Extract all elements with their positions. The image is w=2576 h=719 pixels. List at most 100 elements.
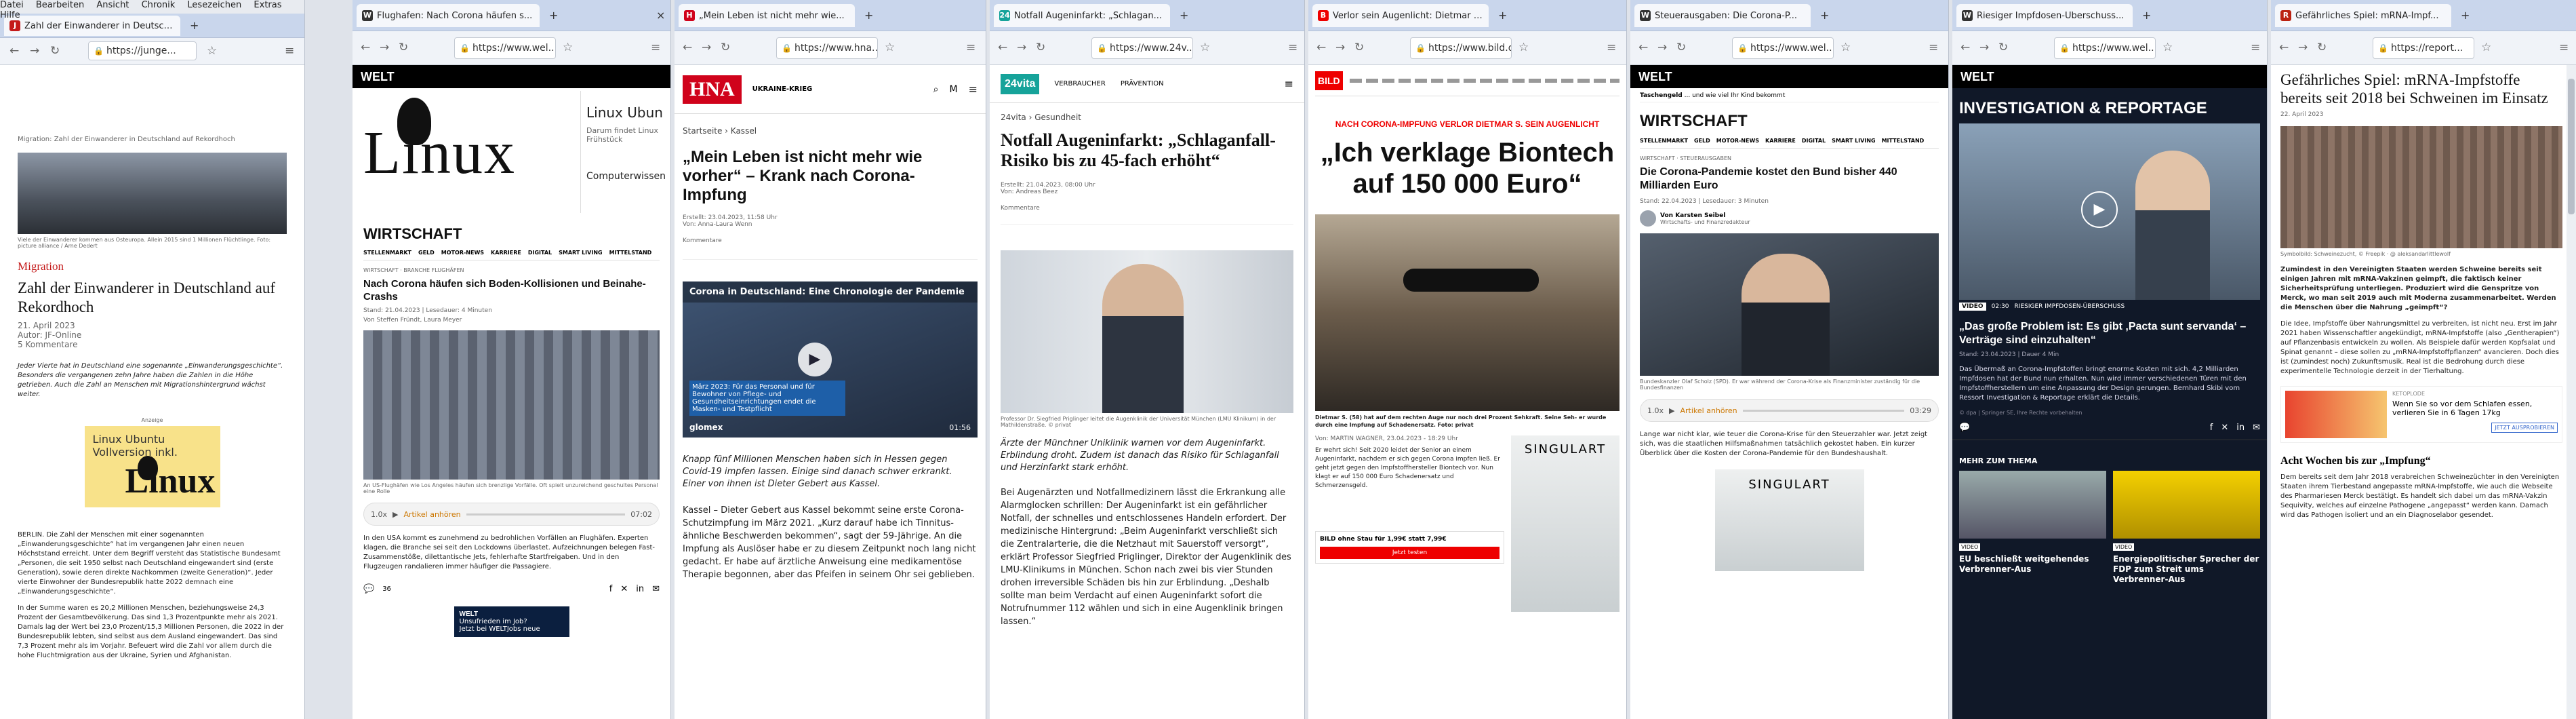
category-label[interactable]: Migration xyxy=(18,260,287,273)
linkedin-icon[interactable]: in xyxy=(636,584,644,594)
search-icon[interactable]: ⌕ xyxy=(933,84,939,95)
linux-banner-ad[interactable]: Linux Linux Ubun Darum findet Linux Früh… xyxy=(363,91,666,213)
forward-icon[interactable]: → xyxy=(1335,41,1345,54)
menu-icon[interactable]: ≡ xyxy=(2251,41,2260,54)
back-icon[interactable]: ← xyxy=(683,41,692,54)
reload-icon[interactable]: ↻ xyxy=(1676,41,1686,54)
side-ad[interactable]: SINGULART xyxy=(1511,435,1619,612)
video-controls[interactable]: VIDEO 02:30 RIESIGER IMPFDOSEN-ÜBERSCHUS… xyxy=(1952,300,2267,313)
reload-icon[interactable]: ↻ xyxy=(1354,41,1364,54)
nav-item[interactable]: STELLENMARKT xyxy=(363,250,411,256)
comment-icon[interactable]: 💬 xyxy=(1959,423,2202,433)
play-button-icon[interactable]: ▶ xyxy=(2081,191,2118,228)
new-tab-icon[interactable]: + xyxy=(2142,9,2151,22)
video-player[interactable]: ▶ xyxy=(1959,123,2260,300)
forward-icon[interactable]: → xyxy=(30,44,39,58)
menu-bookmarks[interactable]: Lesezeichen xyxy=(187,0,241,10)
nav-item[interactable]: GELD xyxy=(1694,138,1710,144)
account-icon[interactable]: M xyxy=(950,84,958,95)
menu-file[interactable]: Datei xyxy=(0,0,24,10)
breadcrumb[interactable]: 24vita › Gesundheit xyxy=(1001,113,1293,122)
bookmark-star-icon[interactable]: ☆ xyxy=(563,41,573,54)
bookmark-star-icon[interactable]: ☆ xyxy=(885,41,895,54)
play-icon[interactable]: ▶ xyxy=(1669,406,1674,415)
email-icon[interactable]: ✉ xyxy=(652,584,660,594)
section-title[interactable]: WIRTSCHAFT xyxy=(1640,112,1939,131)
topic-link[interactable]: UKRAINE-KRIEG xyxy=(752,85,923,93)
back-icon[interactable]: ← xyxy=(1960,41,1970,54)
linux-ad[interactable]: Linux Ubuntu Vollversion inkl. Linux xyxy=(84,426,220,507)
site-logo[interactable]: 24vita xyxy=(1001,73,1040,94)
playback-speed[interactable]: 1.0x xyxy=(1647,406,1664,415)
reload-icon[interactable]: ↻ xyxy=(399,41,408,54)
nav-item[interactable]: KARRIERE xyxy=(1765,138,1796,144)
nav-item[interactable]: GELD xyxy=(418,250,435,256)
nav-item[interactable]: DIGITAL xyxy=(528,250,552,256)
back-icon[interactable]: ← xyxy=(1638,41,1648,54)
menu-icon[interactable]: ≡ xyxy=(651,41,660,54)
ticker[interactable]: Taschengeld ... und wie viel Ihr Kind be… xyxy=(1640,92,1939,102)
menu-icon[interactable]: ≡ xyxy=(1285,77,1293,90)
address-bar[interactable]: 🔒 https://www.hna... xyxy=(776,37,878,59)
forward-icon[interactable]: → xyxy=(380,41,389,54)
menu-view[interactable]: Ansicht xyxy=(96,0,129,10)
facebook-icon[interactable]: f xyxy=(609,584,613,594)
forward-icon[interactable]: → xyxy=(702,41,711,54)
article-tags[interactable]: WIRTSCHAFT · BRANCHE FLUGHÄFEN xyxy=(363,267,660,273)
back-icon[interactable]: ← xyxy=(1316,41,1326,54)
nav-item[interactable]: DIGITAL xyxy=(1802,138,1826,144)
nav-item[interactable]: MITTELSTAND xyxy=(1882,138,1925,144)
bookmark-star-icon[interactable]: ☆ xyxy=(2162,41,2173,54)
address-bar[interactable]: 🔒 https://junge... xyxy=(88,41,197,60)
reload-icon[interactable]: ↻ xyxy=(50,44,60,58)
new-tab-icon[interactable]: + xyxy=(1820,9,1829,22)
article-tags[interactable]: WIRTSCHAFT · STEUERAUSGABEN xyxy=(1640,155,1939,161)
close-window-icon[interactable]: × xyxy=(656,9,665,22)
menu-icon[interactable]: ≡ xyxy=(1929,41,1938,54)
video-tag[interactable]: RIESIGER IMPFDOSEN-ÜBERSCHUSS xyxy=(2015,303,2125,310)
comment-icon[interactable]: 💬 xyxy=(363,584,374,594)
address-bar[interactable]: 🔒 https://report... xyxy=(2373,37,2474,59)
playback-speed[interactable]: 1.0x xyxy=(371,510,387,519)
new-tab-icon[interactable]: + xyxy=(190,19,199,32)
scrollbar-thumb[interactable] xyxy=(2568,79,2575,214)
comments-link[interactable]: 5 Kommentare xyxy=(18,340,287,349)
reload-icon[interactable]: ↻ xyxy=(2317,41,2327,54)
section-title[interactable]: WIRTSCHAFT xyxy=(363,225,660,243)
nav-strip[interactable] xyxy=(1349,78,1619,83)
nav-item[interactable]: SMART LIVING xyxy=(559,250,602,256)
comments-link[interactable]: Kommentare xyxy=(1001,205,1293,225)
tab-active[interactable]: J Zahl der Einwanderer in Deutschland xyxy=(4,16,180,36)
menu-edit[interactable]: Bearbeiten xyxy=(36,0,84,10)
facebook-icon[interactable]: f xyxy=(2210,423,2213,433)
bookmark-star-icon[interactable]: ☆ xyxy=(2481,41,2491,54)
tab-active[interactable]: 24 Notfall Augeninfarkt: „Schlagan... xyxy=(994,4,1170,27)
forward-icon[interactable]: → xyxy=(1657,41,1667,54)
audio-progress[interactable] xyxy=(466,513,626,516)
nav-item[interactable]: SMART LIVING xyxy=(1832,138,1875,144)
related-card[interactable]: VIDEO EU beschließt weitgehendes Verbren… xyxy=(1959,471,2106,585)
menu-icon[interactable]: ≡ xyxy=(1288,41,1297,54)
play-button-icon[interactable]: ▶ xyxy=(798,343,832,376)
back-icon[interactable]: ← xyxy=(361,41,370,54)
tab-active[interactable]: W Flughafen: Nach Corona häufen s... xyxy=(357,4,540,27)
menu-icon[interactable]: ≡ xyxy=(2559,41,2569,54)
reload-icon[interactable]: ↻ xyxy=(721,41,730,54)
back-icon[interactable]: ← xyxy=(9,44,19,58)
forward-icon[interactable]: → xyxy=(1017,41,1026,54)
video-player[interactable]: Corona in Deutschland: Eine Chronologie … xyxy=(683,281,978,438)
bookmark-star-icon[interactable]: ☆ xyxy=(207,44,217,58)
address-bar[interactable]: 🔒 https://www.wel... xyxy=(454,37,556,59)
bookmark-star-icon[interactable]: ☆ xyxy=(1200,41,1210,54)
twitter-icon[interactable]: ✕ xyxy=(620,584,628,594)
tab-active[interactable]: R Gefährliches Spiel: mRNA-Impf... xyxy=(2275,4,2451,27)
forward-icon[interactable]: → xyxy=(2298,41,2308,54)
address-bar[interactable]: 🔒 https://www.24v... xyxy=(1091,37,1193,59)
nav-item[interactable]: VERBRAUCHER xyxy=(1054,80,1105,88)
bild-logo[interactable]: BILD xyxy=(1315,71,1343,90)
article-author[interactable]: Von Karsten Seibel xyxy=(1660,212,1750,219)
new-tab-icon[interactable]: + xyxy=(864,9,873,22)
menu-history[interactable]: Chronik xyxy=(142,0,176,10)
welt-logo[interactable]: WELT xyxy=(1630,65,1948,88)
new-tab-icon[interactable]: + xyxy=(549,9,558,22)
